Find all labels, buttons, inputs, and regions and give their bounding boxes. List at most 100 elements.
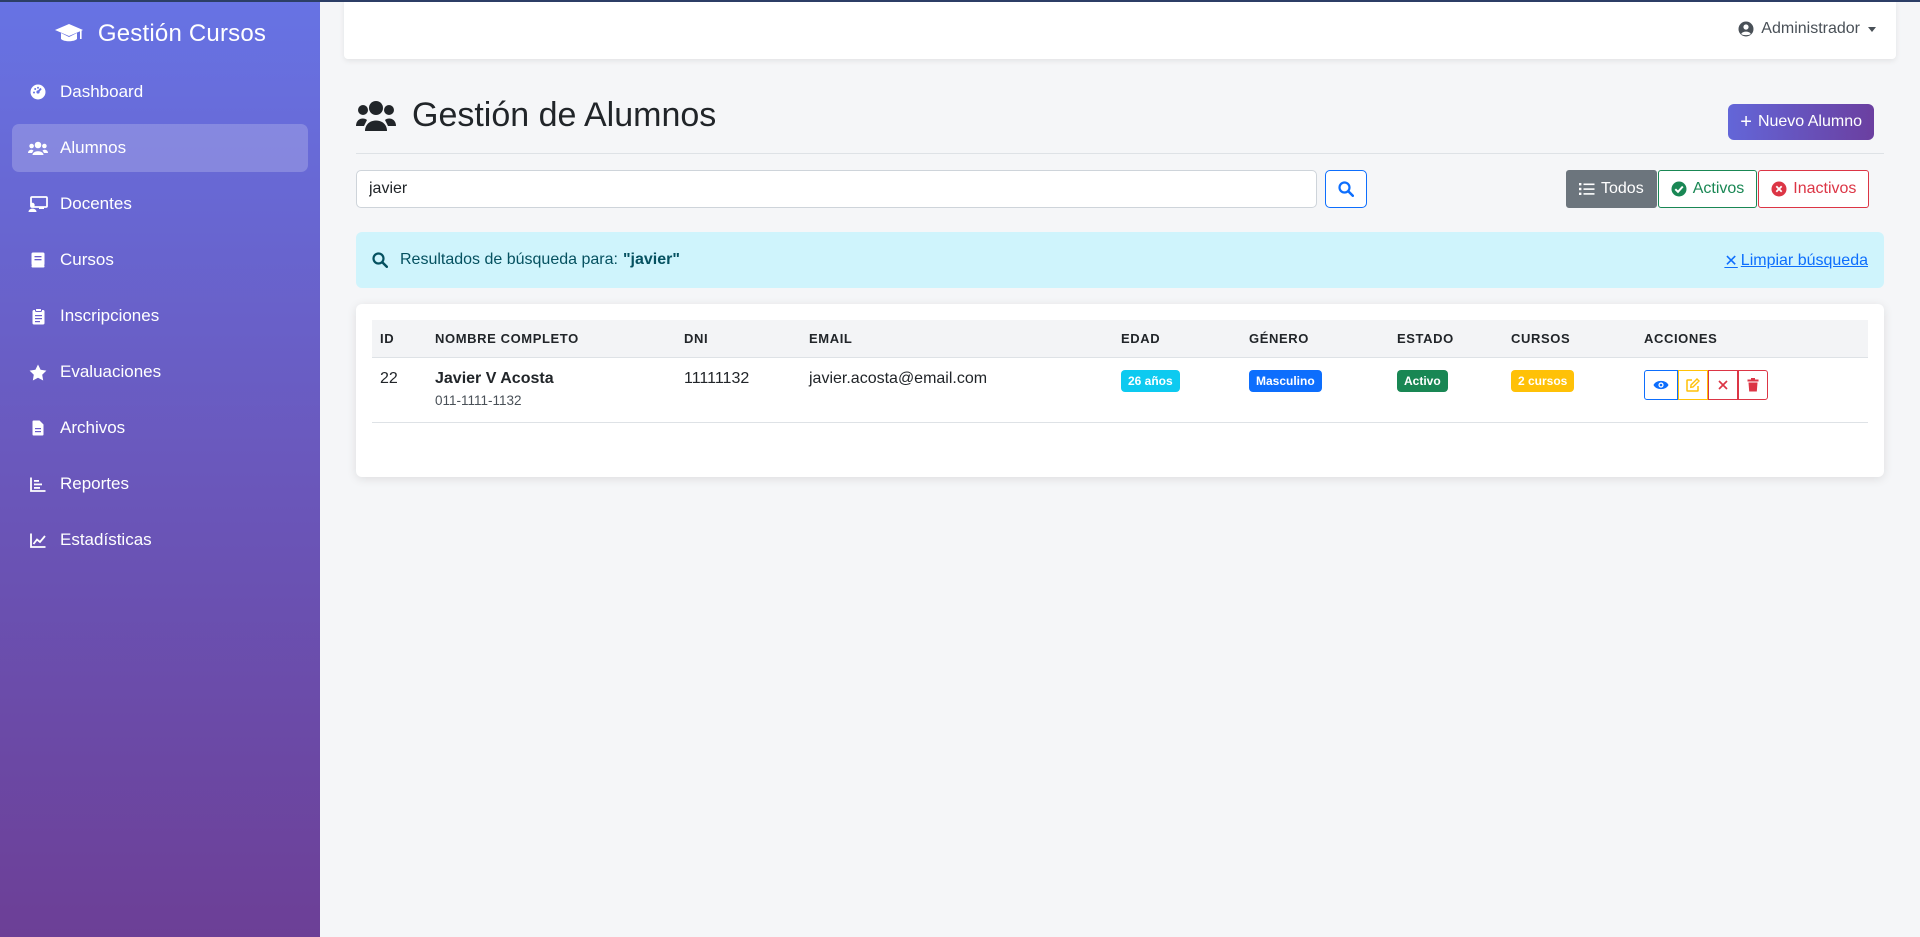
brand-title: Gestión Cursos <box>97 20 267 47</box>
cell-age: 26 años <box>1113 357 1241 422</box>
edit-icon <box>1686 377 1700 392</box>
sidebar-item-archivos[interactable]: Archivos <box>12 404 308 452</box>
sidebar: Gestión Cursos Dashboard Alumnos Docente… <box>0 0 320 937</box>
sidebar-item-dashboard[interactable]: Dashboard <box>12 68 308 116</box>
filter-inactive-button[interactable]: Inactivos <box>1758 170 1870 208</box>
brand[interactable]: Gestión Cursos <box>0 0 320 68</box>
filter-inactive-label: Inactivos <box>1793 180 1857 197</box>
row-actions <box>1644 369 1860 400</box>
sidebar-item-label: Dashboard <box>60 82 144 101</box>
sidebar-item-label: Reportes <box>60 474 129 493</box>
new-student-label: Nuevo Alumno <box>1757 113 1862 130</box>
plus-icon: + <box>1740 111 1752 133</box>
user-menu-dropdown[interactable]: Administrador <box>1738 20 1876 38</box>
filter-active-button[interactable]: Activos <box>1657 170 1758 208</box>
search-button[interactable] <box>1325 170 1367 208</box>
chalkboard-teacher-icon <box>28 194 48 214</box>
list-icon <box>1579 183 1595 195</box>
users-icon <box>356 100 396 131</box>
status-badge: Activo <box>1397 369 1448 392</box>
page-title-text: Gestión de Alumnos <box>412 96 717 134</box>
delete-button[interactable] <box>1738 369 1768 400</box>
cell-email: javier.acosta@email.com <box>809 369 988 387</box>
sidebar-item-label: Cursos <box>60 250 114 269</box>
search-results-query: "javier" <box>622 251 680 268</box>
search-results-prefix: Resultados de búsqueda para: <box>400 251 618 268</box>
graduation-cap-icon <box>54 24 83 42</box>
star-icon <box>28 362 48 382</box>
column-header: ESTADO <box>1389 320 1503 358</box>
filter-all-label: Todos <box>1601 180 1644 197</box>
close-icon: ✕ <box>1724 253 1738 270</box>
view-button[interactable] <box>1644 369 1678 400</box>
sidebar-item-estadisticas[interactable]: Estadísticas <box>12 516 308 564</box>
sidebar-item-label: Docentes <box>60 194 132 213</box>
trash-icon <box>1747 377 1759 391</box>
sidebar-item-alumnos[interactable]: Alumnos <box>12 124 308 172</box>
search-icon <box>372 252 388 268</box>
line-chart-icon <box>28 530 48 550</box>
bar-chart-icon <box>28 474 48 494</box>
table-row: 22 Javier V Acosta 011-1111-1132 1111113… <box>372 357 1868 422</box>
filter-all-button[interactable]: Todos <box>1566 170 1657 208</box>
column-header: NOMBRE COMPLETO <box>427 320 676 358</box>
cell-gender: Masculino <box>1241 357 1389 422</box>
column-header: GÉNERO <box>1241 320 1389 358</box>
sidebar-item-label: Evaluaciones <box>60 362 162 381</box>
user-name: Administrador <box>1761 20 1860 37</box>
cell-name: Javier V Acosta 011-1111-1132 <box>427 357 676 422</box>
clear-search-link[interactable]: ✕ Limpiar búsqueda <box>1724 251 1868 271</box>
filter-active-label: Activos <box>1692 180 1745 197</box>
sidebar-item-docentes[interactable]: Docentes <box>12 180 308 228</box>
clear-search-label: Limpiar búsqueda <box>1740 252 1868 269</box>
cell-status: Activo <box>1389 357 1503 422</box>
students-table-card: ID NOMBRE COMPLETO DNI EMAIL EDAD GÉNERO… <box>356 304 1884 477</box>
student-name: Javier V Acosta <box>435 369 554 387</box>
search-icon <box>1338 181 1354 197</box>
sidebar-item-label: Estadísticas <box>60 530 152 549</box>
sidebar-item-reportes[interactable]: Reportes <box>12 460 308 508</box>
sidebar-item-label: Inscripciones <box>60 306 160 325</box>
edit-button[interactable] <box>1678 369 1708 400</box>
status-filter-group: Todos Activos Inactivos <box>1566 170 1870 208</box>
top-navbar: Administrador <box>344 0 1896 59</box>
search-results-alert: Resultados de búsqueda para: "javier" ✕ … <box>356 232 1884 288</box>
caret-down-icon <box>1868 26 1876 32</box>
sidebar-item-evaluaciones[interactable]: Evaluaciones <box>12 348 308 396</box>
window-top-border <box>0 0 1920 2</box>
cell-dni: 11111132 <box>684 369 750 387</box>
eye-icon <box>1653 380 1669 389</box>
table-header-row: ID NOMBRE COMPLETO DNI EMAIL EDAD GÉNERO… <box>372 320 1868 358</box>
users-icon <box>28 138 48 158</box>
age-badge: 26 años <box>1121 369 1180 392</box>
new-student-button[interactable]: + Nuevo Alumno <box>1728 104 1874 140</box>
page-title: Gestión de Alumnos <box>356 96 1884 135</box>
check-circle-icon <box>1671 181 1687 197</box>
x-icon <box>1718 379 1728 390</box>
sidebar-item-cursos[interactable]: Cursos <box>12 236 308 284</box>
gender-badge: Masculino <box>1249 369 1322 392</box>
sidebar-nav: Dashboard Alumnos Docentes Cursos Inscri… <box>0 68 320 564</box>
column-header: DNI <box>676 320 801 358</box>
column-header: CURSOS <box>1503 320 1636 358</box>
search-input[interactable] <box>356 170 1317 208</box>
book-icon <box>28 250 48 270</box>
cell-courses: 2 cursos <box>1503 357 1636 422</box>
cell-actions <box>1636 357 1868 422</box>
sidebar-item-label: Alumnos <box>60 138 127 157</box>
page-header: Gestión de Alumnos + Nuevo Alumno <box>356 96 1884 154</box>
column-header: EMAIL <box>801 320 1113 358</box>
students-table: ID NOMBRE COMPLETO DNI EMAIL EDAD GÉNERO… <box>372 320 1868 423</box>
sidebar-item-inscripciones[interactable]: Inscripciones <box>12 292 308 340</box>
dashboard-icon <box>28 82 48 102</box>
deactivate-button[interactable] <box>1708 369 1738 400</box>
x-circle-icon <box>1771 181 1787 197</box>
courses-badge: 2 cursos <box>1511 369 1575 392</box>
column-header: ACCIONES <box>1636 320 1868 358</box>
column-header: EDAD <box>1113 320 1241 358</box>
student-phone: 011-1111-1132 <box>435 392 522 408</box>
user-circle-icon <box>1738 21 1754 37</box>
sidebar-item-label: Archivos <box>60 418 126 437</box>
clipboard-icon <box>28 306 48 326</box>
column-header: ID <box>372 320 427 358</box>
